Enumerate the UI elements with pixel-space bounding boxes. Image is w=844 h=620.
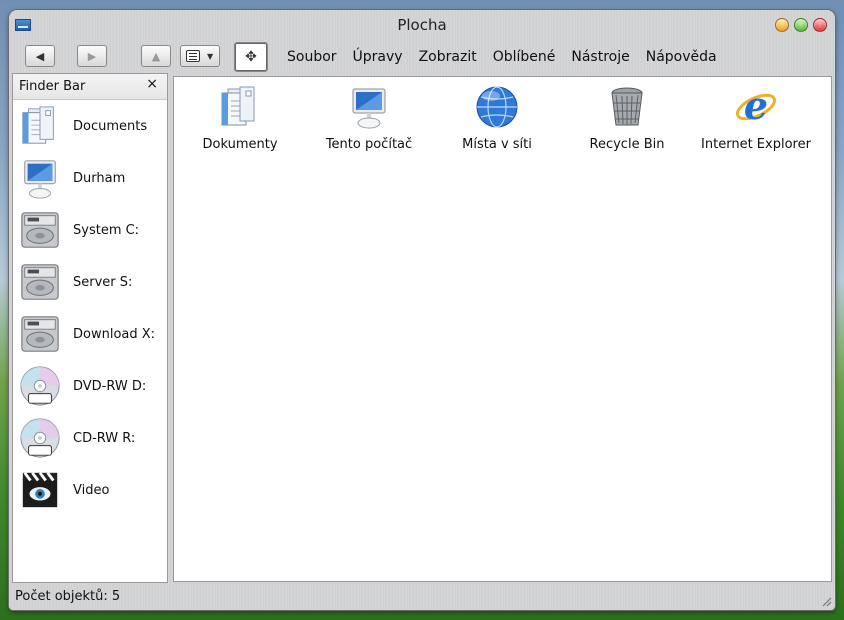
chevron-down-icon: ▼	[207, 51, 214, 61]
video-icon	[21, 471, 59, 509]
window-title: Plocha	[397, 16, 447, 34]
trash-icon	[611, 87, 643, 126]
desktop-item-mista-v-siti[interactable]: Místa v síti	[438, 79, 556, 159]
back-arrow-icon: ◀	[35, 49, 45, 63]
desktop-item-dokumenty[interactable]: Dokumenty	[181, 79, 299, 159]
desktop-item-label: Internet Explorer	[701, 137, 811, 152]
back-button[interactable]: ◀	[25, 45, 55, 67]
sidebar-item-label: Download X:	[73, 326, 156, 342]
finder-bar-title: Finder Bar	[19, 79, 86, 94]
status-bar: Počet objektů: 5	[9, 584, 835, 610]
desktop-item-internet-explorer[interactable]: Internet Explorer	[697, 79, 815, 159]
dvd-icon	[20, 366, 60, 406]
finder-bar-header: Finder Bar ×	[13, 74, 167, 100]
hard-drive-icon	[21, 316, 59, 352]
sidebar-item-documents[interactable]: Documents	[13, 100, 167, 152]
sidebar-item-label: CD-RW R:	[73, 430, 136, 446]
menu-item-napoveda[interactable]: Nápověda	[646, 49, 717, 65]
sidebar-item-label: System C:	[73, 222, 140, 238]
sidebar-item-server-s[interactable]: Server S:	[13, 256, 167, 308]
window-controls	[775, 18, 827, 32]
list-view-icon	[186, 50, 200, 62]
sidebar-item-label: Video	[73, 482, 110, 498]
hard-drive-icon	[21, 264, 59, 300]
menu-bar: Soubor Úpravy Zobrazit Oblíbené Nástroje…	[287, 49, 717, 65]
menu-item-soubor[interactable]: Soubor	[287, 49, 337, 65]
cd-icon	[20, 418, 60, 458]
documents-icon	[22, 106, 54, 144]
documents-icon	[221, 86, 255, 126]
computer-icon	[352, 88, 386, 129]
move-arrows-icon: ✥	[245, 49, 257, 65]
finder-bar: Finder Bar × Documents Durham System C: …	[12, 73, 168, 583]
internet-explorer-icon	[734, 83, 778, 130]
menu-item-zobrazit[interactable]: Zobrazit	[419, 49, 477, 65]
forward-button[interactable]: ▶	[77, 45, 107, 67]
sidebar-item-label: DVD-RW D:	[73, 378, 147, 394]
menu-item-nastroje[interactable]: Nástroje	[571, 49, 629, 65]
sidebar-item-video[interactable]: Video	[13, 464, 167, 516]
minimize-button[interactable]	[775, 18, 789, 32]
maximize-button[interactable]	[794, 18, 808, 32]
desktop-item-label: Místa v síti	[462, 137, 532, 152]
explorer-window: Plocha ◀ ▶ ▲ ▼ ✥ Soubor Úpravy Zobrazit …	[9, 10, 835, 610]
sidebar-item-durham[interactable]: Durham	[13, 152, 167, 204]
arrange-button[interactable]: ✥	[234, 42, 268, 72]
sidebar-item-dvd-rw-d[interactable]: DVD-RW D:	[13, 360, 167, 412]
desktop-item-recycle-bin[interactable]: Recycle Bin	[568, 79, 686, 159]
sidebar-item-cd-rw-r[interactable]: CD-RW R:	[13, 412, 167, 464]
title-bar[interactable]: Plocha	[9, 10, 835, 40]
network-globe-icon	[476, 86, 518, 128]
object-count: Počet objektů: 5	[15, 589, 121, 604]
menu-item-upravy[interactable]: Úpravy	[353, 49, 403, 65]
toolbar: ◀ ▶ ▲ ▼ ✥ Soubor Úpravy Zobrazit Oblíben…	[9, 40, 835, 76]
sidebar-item-label: Server S:	[73, 274, 133, 290]
up-button[interactable]: ▲	[141, 45, 171, 67]
view-options-button[interactable]: ▼	[180, 45, 220, 67]
sidebar-item-download-x[interactable]: Download X:	[13, 308, 167, 360]
menu-item-oblibene[interactable]: Oblíbené	[493, 49, 556, 65]
forward-arrow-icon: ▶	[87, 49, 97, 63]
desktop-item-label: Tento počítač	[325, 137, 413, 152]
computer-icon	[24, 160, 56, 199]
desktop-item-label: Recycle Bin	[589, 137, 665, 152]
desktop-item-tento-pocitac[interactable]: Tento počítač	[310, 79, 428, 159]
sidebar-item-system-c[interactable]: System C:	[13, 204, 167, 256]
sidebar-item-label: Durham	[73, 170, 126, 186]
hard-drive-icon	[21, 212, 59, 248]
desktop-item-label: Dokumenty	[202, 137, 278, 152]
desktop-content-pane[interactable]: Dokumenty Tento počítač Místa v síti Rec…	[173, 76, 832, 582]
finder-bar-close-icon[interactable]: ×	[146, 76, 158, 92]
resize-grip-icon[interactable]	[820, 595, 832, 607]
up-arrow-icon: ▲	[151, 49, 161, 63]
sidebar-item-label: Documents	[73, 118, 148, 134]
close-button[interactable]	[813, 18, 827, 32]
